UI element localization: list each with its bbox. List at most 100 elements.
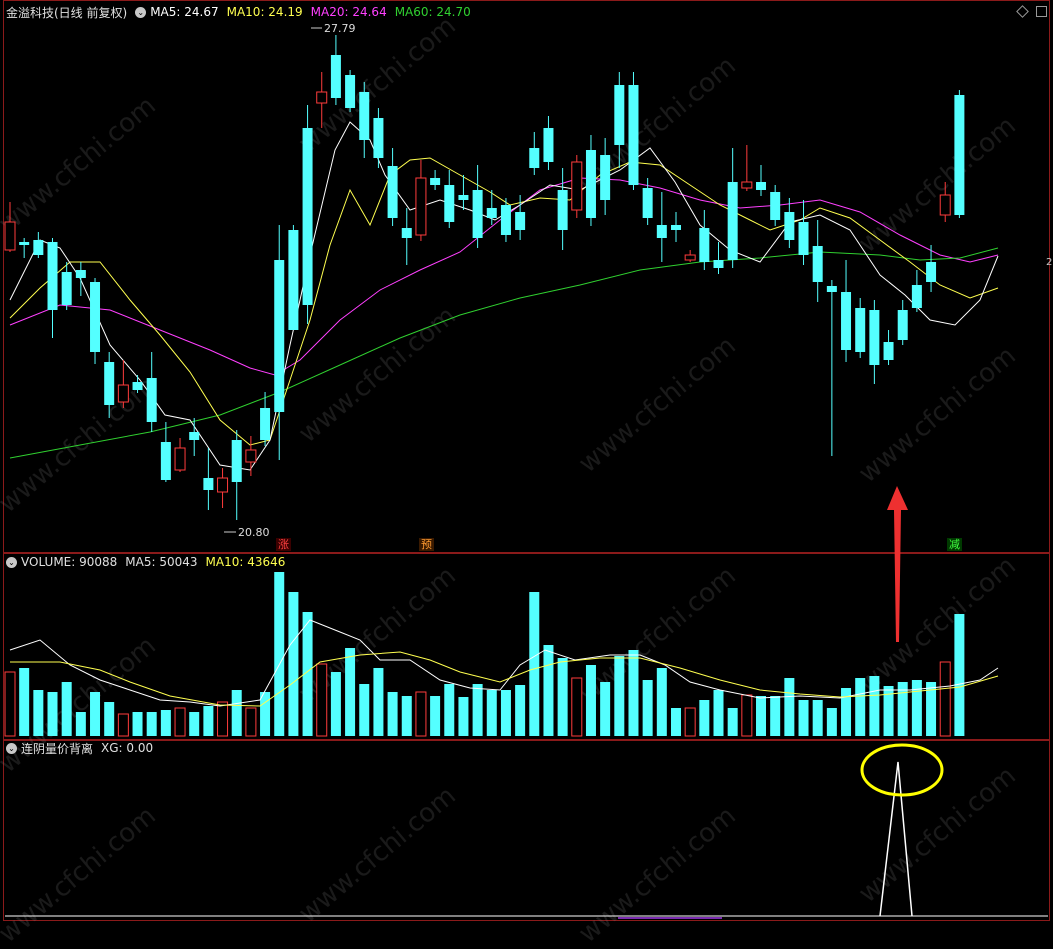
volume-bar-down: [288, 592, 299, 736]
candle-down: [302, 128, 313, 305]
volume-bar-down: [33, 690, 44, 736]
volume-bar-down: [189, 712, 200, 736]
volume-bar-down: [90, 692, 101, 736]
candle-down: [75, 270, 86, 278]
volume-bar-down: [430, 696, 441, 736]
indicator-panel-header: ⌄ 连阴量价背离 XG: 0.00: [6, 739, 161, 757]
stock-chart-window: www.cfchi.com www.cfchi.com www.cfchi.com w…: [0, 0, 1053, 949]
candle-down: [713, 260, 724, 268]
candle-down: [600, 155, 611, 200]
candle-down: [756, 182, 767, 190]
candle-down: [699, 228, 710, 262]
signal-mark-zhang[interactable]: 涨: [276, 538, 291, 551]
volume-bar-up: [571, 677, 583, 737]
candle-down: [472, 190, 483, 238]
red-up-arrow-icon: [887, 486, 908, 642]
volume-panel-header: ⌄ VOLUME: 90088 MA5: 50043 MA10: 43646: [6, 553, 293, 571]
volume-ma10-readout: MA10: 43646: [205, 555, 286, 569]
candle-down: [47, 242, 58, 310]
volume-bar-up: [174, 707, 186, 737]
candle-down: [656, 225, 667, 238]
candle-down: [826, 286, 837, 292]
candle-down: [642, 188, 653, 218]
candle-down: [926, 262, 937, 282]
chart-canvas[interactable]: 27.79 20.80: [0, 0, 1053, 923]
volume-bar-down: [146, 712, 157, 736]
candle-up: [684, 254, 696, 261]
candle-down: [345, 75, 356, 108]
volume-bar-down: [472, 684, 483, 736]
candle-down: [274, 260, 285, 412]
volume-bar-up: [741, 694, 753, 737]
volume-bar-down: [260, 692, 271, 736]
candle-up: [4, 221, 16, 251]
candle-down: [33, 240, 44, 255]
price-panel-header: 金溢科技(日线 前复权) ⌄ MA5: 24.67 MA10: 24.19 MA…: [6, 3, 479, 21]
stock-title: 金溢科技(日线 前复权): [6, 5, 128, 20]
ma5-readout: MA5: 24.67: [150, 5, 219, 19]
volume-bar-down: [841, 688, 852, 736]
yellow-ellipse-icon: [860, 743, 944, 797]
candle-down: [911, 285, 922, 308]
square-icon[interactable]: [1036, 6, 1047, 17]
collapse-circle-icon[interactable]: ⌄: [6, 556, 17, 568]
candle-down: [61, 272, 72, 305]
volume-bar-down: [954, 614, 965, 736]
volume-bar-down: [826, 708, 837, 736]
volume-bar-down: [642, 680, 653, 736]
volume-bar-down: [600, 682, 611, 736]
volume-bar-down: [911, 680, 922, 736]
volume-bar-down: [444, 684, 455, 736]
volume-bar-down: [203, 706, 214, 736]
volume-bar-up: [245, 707, 257, 737]
volume-bar-down: [359, 684, 370, 736]
volume-bar-up: [217, 701, 229, 737]
candle-down: [444, 185, 455, 222]
candle-down: [557, 190, 568, 230]
candle-down: [855, 308, 866, 352]
candle-down: [812, 246, 823, 282]
signal-mark-jian[interactable]: 减: [947, 538, 962, 551]
candle-up: [415, 177, 427, 236]
volume-bar-up: [684, 707, 696, 737]
right-edge-label: 2: [1046, 257, 1053, 268]
volume-bar-down: [713, 690, 724, 736]
candle-down: [897, 310, 908, 340]
candle-up: [571, 161, 583, 211]
candle-down: [954, 95, 965, 215]
volume-bar-up: [316, 663, 328, 737]
volume-bar-down: [486, 690, 497, 736]
candle-down: [869, 310, 880, 365]
candle-down: [614, 85, 625, 145]
candle-down: [883, 342, 894, 360]
volume-bar-down: [500, 690, 511, 736]
ma60-readout: MA60: 24.70: [394, 5, 471, 19]
candle-down: [798, 222, 809, 255]
volume-bar-down: [458, 697, 469, 736]
candle-down: [585, 150, 596, 218]
volume-bar-down: [75, 712, 86, 736]
candle-down: [628, 85, 639, 185]
candle-down: [146, 378, 157, 422]
volume-bar-down: [656, 668, 667, 736]
volume-bar-up: [4, 671, 16, 737]
volume-bar-down: [557, 658, 568, 736]
volume-bar-down: [585, 665, 596, 736]
indicator-title: 连阴量价背离: [21, 741, 94, 756]
volume-bar-down: [756, 696, 767, 736]
candle-down: [727, 182, 738, 260]
candle-up: [245, 449, 257, 463]
volume-bar-down: [628, 650, 639, 736]
volume-bar-down: [543, 645, 554, 736]
candle-down: [430, 178, 441, 185]
candle-up: [316, 91, 328, 104]
signal-mark-yu[interactable]: 预: [419, 538, 434, 551]
candle-up: [939, 194, 951, 216]
volume-bar-down: [274, 572, 285, 736]
candle-down: [515, 212, 526, 230]
candle-up: [741, 181, 753, 189]
collapse-circle-icon[interactable]: ⌄: [6, 742, 17, 754]
candle-down: [529, 148, 540, 168]
candle-up: [117, 384, 129, 403]
collapse-circle-icon[interactable]: ⌄: [135, 6, 147, 18]
